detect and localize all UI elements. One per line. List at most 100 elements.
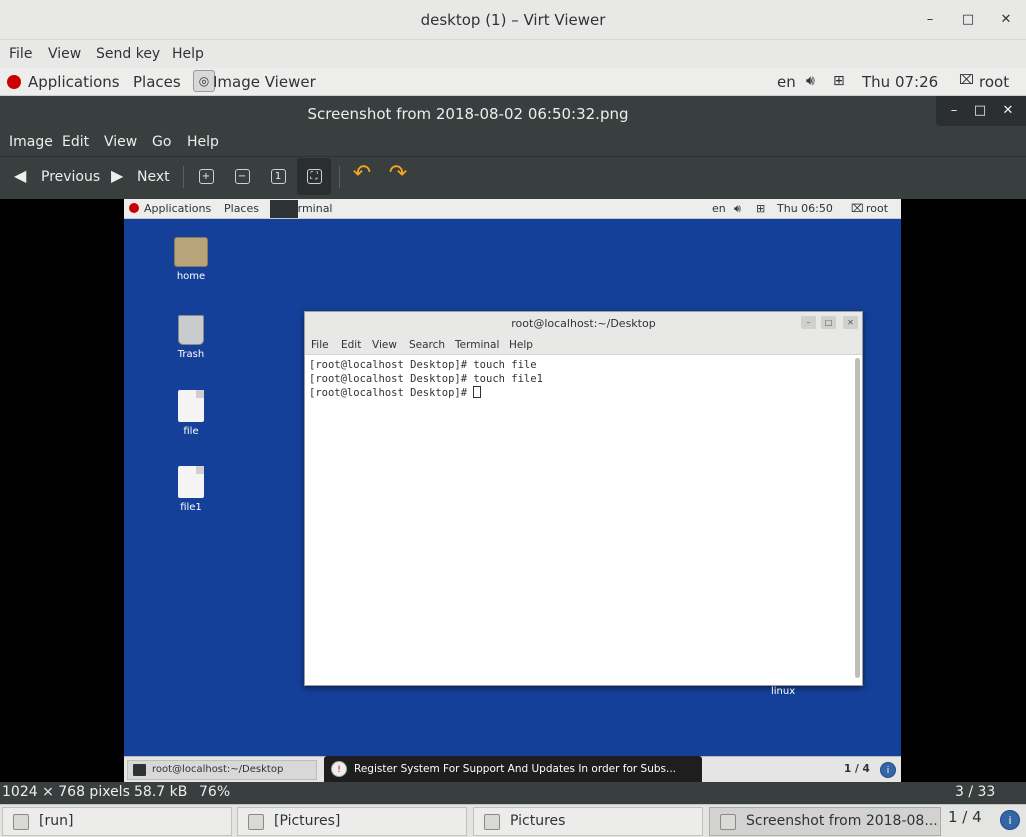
image-viewer-titlebar: Screenshot from 2018-08-02 06:50:32.png bbox=[0, 96, 1026, 130]
terminal-output: [root@localhost Desktop]# touch file [roo… bbox=[309, 358, 543, 400]
desktop-icon-label: Trash bbox=[177, 349, 205, 360]
terminal-menu-help: Help bbox=[509, 339, 533, 351]
desktop-label-linux: linux bbox=[771, 686, 796, 697]
best-fit-button[interactable]: ⛶ bbox=[302, 165, 326, 189]
shot-workspace-pager: 1 / 4 bbox=[844, 763, 870, 775]
maximize-button[interactable]: □ bbox=[958, 10, 978, 30]
image-viewer-app-icon: ◎ bbox=[193, 70, 215, 92]
terminal-maximize-icon: □ bbox=[821, 316, 836, 329]
taskbar-item-label: Pictures bbox=[510, 813, 566, 829]
viewer-menubar: File View Send key Help bbox=[0, 40, 1026, 68]
file-icon bbox=[178, 466, 204, 498]
rotate-right-button[interactable]: ↷ bbox=[386, 163, 410, 187]
iv-menu-image[interactable]: Image bbox=[9, 134, 53, 150]
close-button[interactable]: ✕ bbox=[996, 10, 1016, 30]
iv-menu-help[interactable]: Help bbox=[187, 134, 219, 150]
image-viewer-window-controls: – □ ✕ bbox=[936, 96, 1026, 126]
image-viewer-toolbar: ◀ Previous ▶ Next bbox=[0, 156, 1026, 199]
shot-taskbar-terminal: root@localhost:~/Desktop bbox=[127, 760, 317, 780]
redhat-logo-icon bbox=[7, 75, 21, 89]
terminal-title: root@localhost:~/Desktop bbox=[305, 312, 862, 336]
file-manager-icon bbox=[484, 814, 500, 830]
next-arrow-icon: ▶ bbox=[111, 166, 124, 185]
shot-taskbar-label: root@localhost:~/Desktop bbox=[152, 764, 284, 775]
iv-menu-view[interactable]: View bbox=[104, 134, 137, 150]
desktop-icon-label: file1 bbox=[180, 502, 202, 513]
taskbar-item-pictures[interactable]: Pictures bbox=[473, 807, 703, 836]
shot-active-app-name: Terminal bbox=[286, 202, 333, 215]
rotate-right-icon: ↷ bbox=[388, 161, 408, 186]
desktop-icon-file: file bbox=[161, 390, 221, 437]
active-app-name[interactable]: Image Viewer bbox=[213, 73, 316, 91]
user-icon: ⌧ bbox=[959, 73, 974, 88]
iv-close-button[interactable]: ✕ bbox=[998, 101, 1018, 121]
network-icon[interactable]: ⊞ bbox=[833, 73, 845, 89]
taskbar-item-run[interactable]: [run] bbox=[2, 807, 232, 836]
shot-applications-menu: Applications bbox=[144, 202, 212, 215]
desktop-icon-label: file bbox=[183, 426, 199, 437]
previous-button[interactable]: Previous bbox=[41, 169, 100, 185]
window-title: desktop (1) – Virt Viewer bbox=[420, 11, 606, 29]
shot-network-icon: ⊞ bbox=[756, 202, 766, 215]
toolbar-separator bbox=[339, 166, 340, 188]
menu-send-key[interactable]: Send key bbox=[96, 46, 160, 62]
terminal-line: [root@localhost Desktop]# bbox=[309, 387, 474, 399]
image-viewer-statusbar: 1024 × 768 pixels 58.7 kB 76% 3 / 33 bbox=[0, 782, 1026, 804]
menu-view[interactable]: View bbox=[48, 46, 81, 62]
next-button[interactable]: Next bbox=[137, 169, 170, 185]
rotate-left-button[interactable]: ↶ bbox=[350, 163, 374, 187]
shot-notification: ! Register System For Support And Update… bbox=[324, 756, 702, 782]
places-menu[interactable]: Places bbox=[133, 73, 181, 91]
terminal-cursor bbox=[473, 386, 482, 398]
displayed-screenshot: Applications Places Terminal en 🔊︎ ⊞ Thu… bbox=[124, 199, 901, 782]
taskbar-item-screenshot[interactable]: Screenshot from 2018-08... bbox=[709, 807, 941, 836]
menu-help[interactable]: Help bbox=[172, 46, 204, 62]
best-fit-icon: ⛶ bbox=[306, 169, 322, 184]
normal-size-icon: 1 bbox=[270, 169, 286, 184]
image-viewer-icon bbox=[720, 814, 736, 830]
terminal-line: [root@localhost Desktop]# touch file bbox=[309, 359, 537, 371]
terminal-minimize-icon: – bbox=[801, 316, 816, 329]
iv-menu-edit[interactable]: Edit bbox=[62, 134, 89, 150]
terminal-menu-edit: Edit bbox=[341, 339, 362, 351]
home-folder-icon bbox=[174, 237, 208, 267]
iv-minimize-button[interactable]: – bbox=[944, 101, 964, 121]
taskbar-item-label: [Pictures] bbox=[274, 813, 341, 829]
shot-user-menu: root bbox=[866, 202, 889, 215]
toolbar-separator bbox=[183, 166, 184, 188]
applications-menu[interactable]: Applications bbox=[28, 73, 120, 91]
clock[interactable]: Thu 07:26 bbox=[862, 73, 938, 91]
zoom-out-button[interactable]: − bbox=[230, 165, 254, 189]
iv-menu-go[interactable]: Go bbox=[152, 134, 171, 150]
taskbar-item-label: [run] bbox=[39, 813, 74, 829]
shot-places-menu: Places bbox=[224, 202, 259, 215]
desktop-icon-trash: Trash bbox=[161, 315, 221, 360]
workspace-pager[interactable]: 1 / 4 bbox=[948, 808, 982, 826]
zoom-out-icon: − bbox=[234, 169, 250, 184]
iv-maximize-button[interactable]: □ bbox=[970, 101, 990, 121]
volume-icon[interactable]: 🔊︎ bbox=[806, 73, 815, 89]
normal-size-button[interactable]: 1 bbox=[266, 165, 290, 189]
terminal-scrollbar bbox=[855, 358, 860, 678]
minimize-button[interactable]: – bbox=[920, 10, 940, 30]
terminal-menu-view: View bbox=[372, 339, 397, 351]
user-menu[interactable]: root bbox=[979, 73, 1009, 91]
shot-volume-icon: 🔊︎ bbox=[734, 202, 741, 215]
menu-file[interactable]: File bbox=[9, 46, 32, 62]
window-titlebar: desktop (1) – Virt Viewer – □ ✕ bbox=[0, 0, 1026, 40]
shot-language-indicator: en bbox=[712, 202, 726, 215]
taskbar-item-label: Screenshot from 2018-08... bbox=[746, 813, 938, 829]
language-indicator[interactable]: en bbox=[777, 73, 796, 91]
image-position: 3 / 33 bbox=[955, 784, 996, 800]
taskbar-item-pictures-bracketed[interactable]: [Pictures] bbox=[237, 807, 467, 836]
info-icon[interactable]: i bbox=[1000, 810, 1020, 830]
zoom-in-button[interactable]: + bbox=[194, 165, 218, 189]
previous-arrow-icon: ◀ bbox=[14, 166, 27, 185]
shot-user-icon: ⌧ bbox=[851, 202, 864, 215]
terminal-menu-search: Search bbox=[409, 339, 446, 351]
shot-notification-text: Register System For Support And Updates … bbox=[354, 763, 676, 775]
terminal-close-icon: ✕ bbox=[843, 316, 858, 329]
zoom-in-icon: + bbox=[198, 169, 214, 184]
trash-icon bbox=[178, 315, 204, 345]
shot-info-icon: i bbox=[880, 762, 896, 778]
